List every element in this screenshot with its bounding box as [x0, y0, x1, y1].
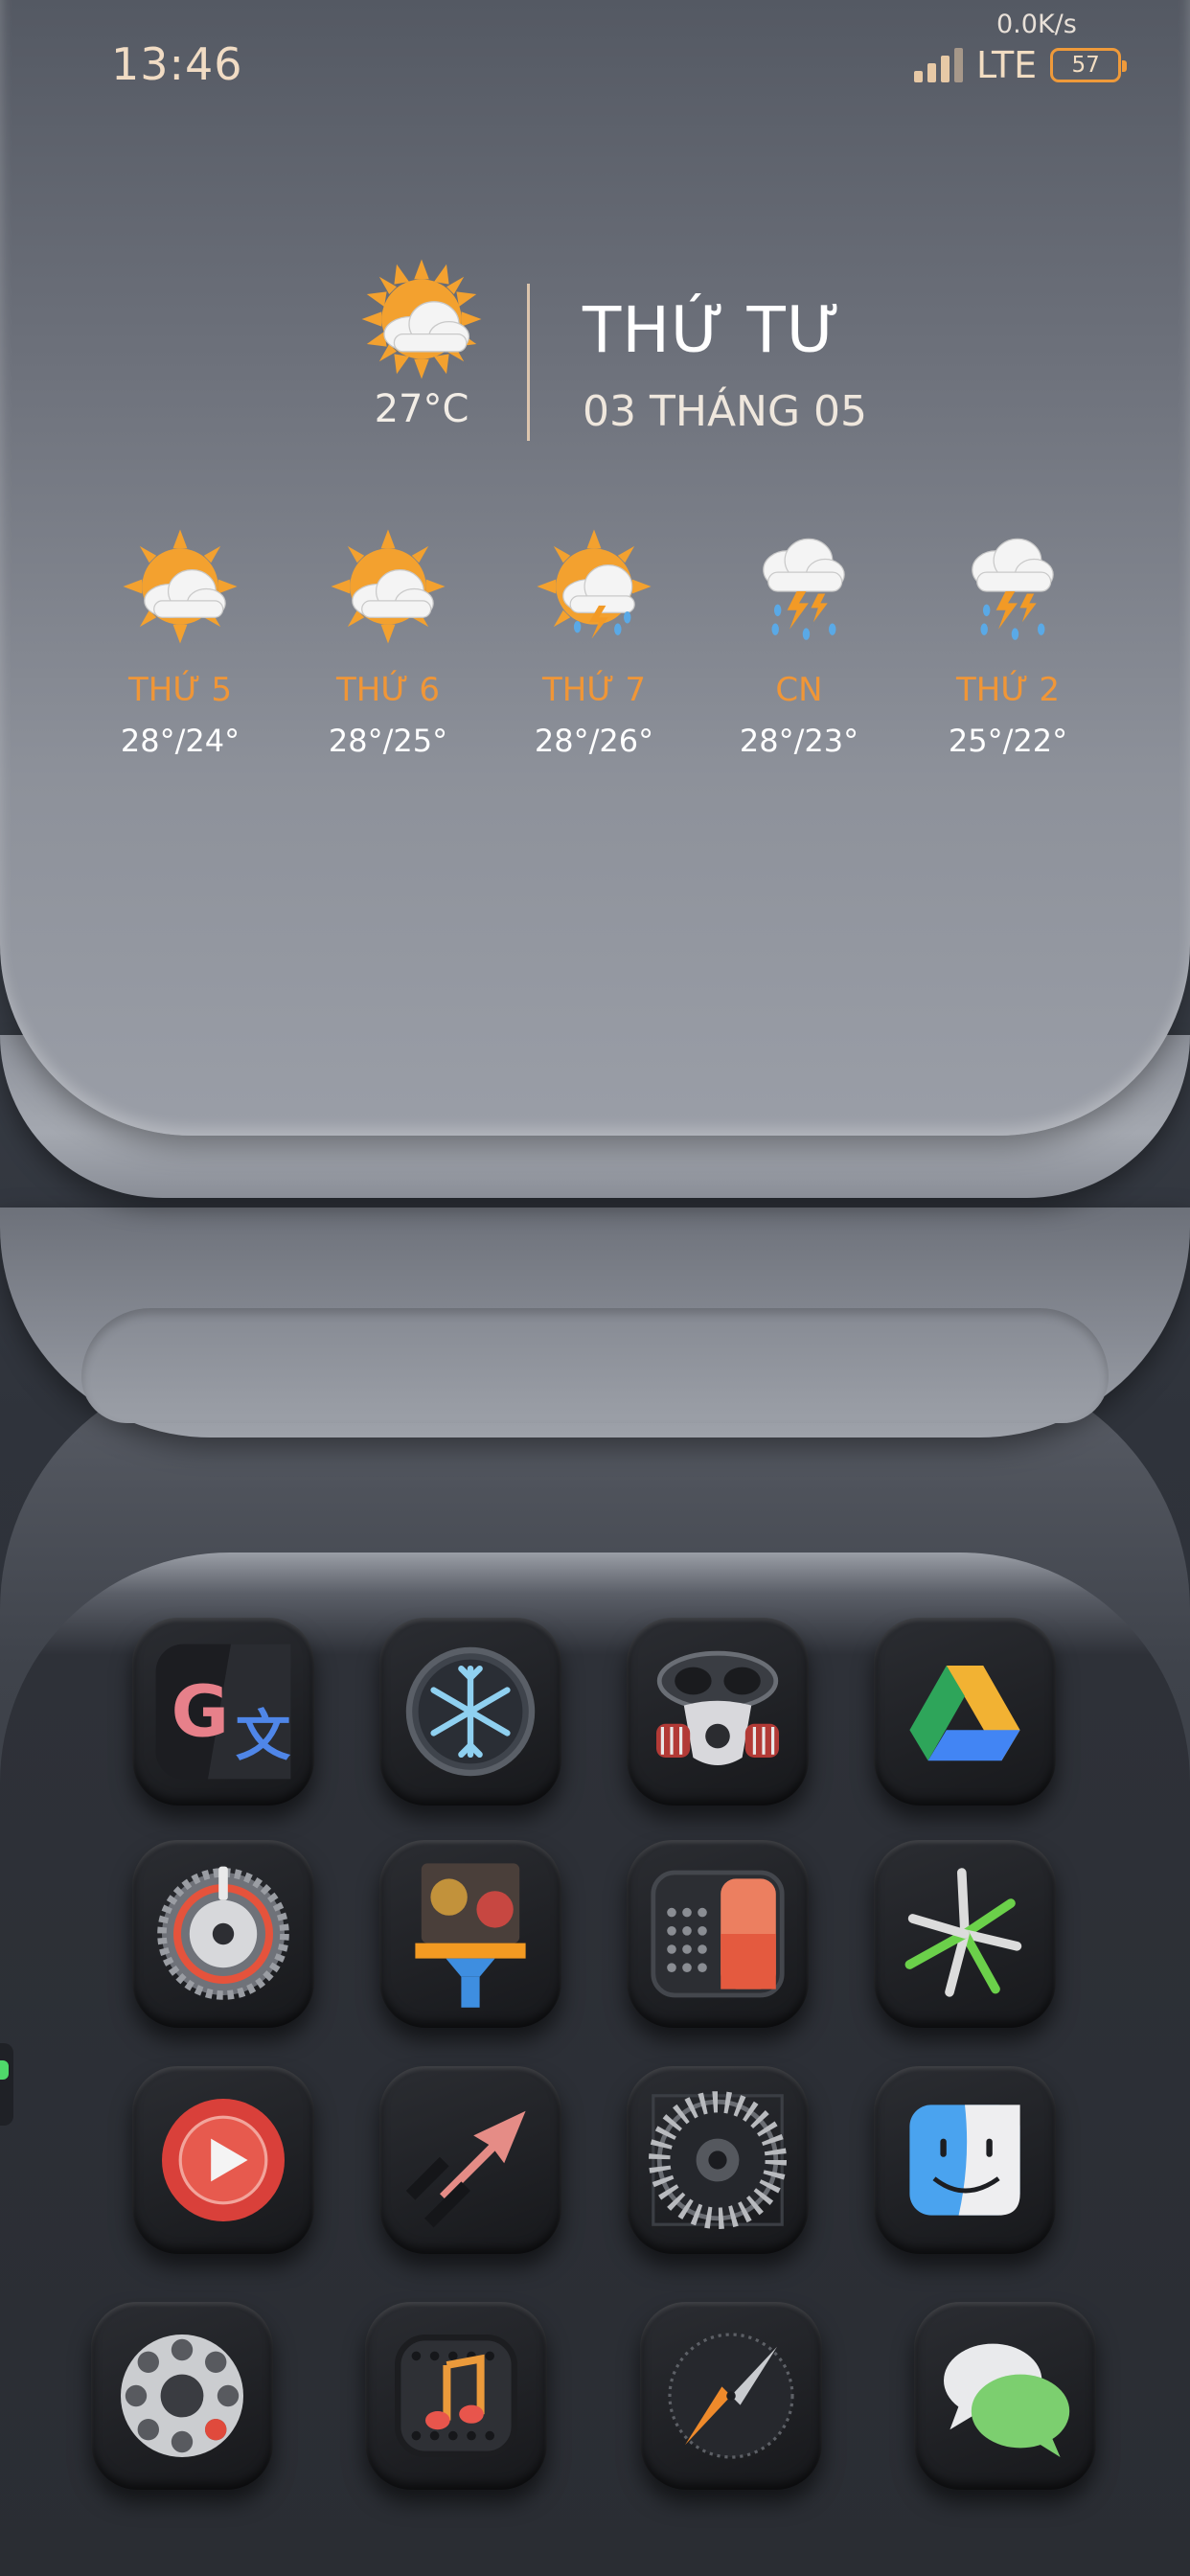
middle-panel-inner [81, 1308, 1109, 1423]
music-icon [395, 2334, 517, 2457]
app-icon-gas-mask[interactable] [627, 1618, 809, 1806]
rotary-phone-icon [121, 2334, 243, 2457]
cleaner-brush-icon [415, 1863, 526, 2008]
messages-icon [944, 2343, 1070, 2457]
forecast-temperature: 28°/26° [534, 723, 654, 759]
app-icon-arrow[interactable] [379, 2066, 561, 2254]
forecast-day-label: THỨ 6 [336, 671, 440, 709]
forecast-day-label: THỨ 5 [128, 671, 232, 709]
current-date: 03 THÁNG 05 [583, 387, 868, 436]
forecast-day[interactable]: THỨ 2 25°/22° [912, 527, 1104, 759]
app-icon-music[interactable] [365, 2302, 547, 2490]
current-temperature: 27°C [374, 387, 469, 431]
app-icon-snowflake[interactable] [379, 1618, 561, 1806]
gas-mask-icon [656, 1650, 779, 1765]
svg-text:文: 文 [236, 1704, 291, 1768]
edge-panel-handle[interactable] [0, 2043, 13, 2126]
google-drive-icon [909, 1666, 1020, 1761]
partly-cloudy-icon [361, 259, 482, 380]
app-icon-compass[interactable] [640, 2302, 822, 2490]
app-icon-finder[interactable] [874, 2066, 1056, 2254]
forecast-temperature: 28°/23° [739, 723, 859, 759]
app-icon-phone[interactable] [91, 2302, 273, 2490]
snowflake-icon [405, 1646, 536, 1777]
google-translate-icon: G 文 [155, 1644, 291, 1780]
app-icon-messages[interactable] [914, 2302, 1096, 2490]
weather-divider [527, 284, 530, 441]
app-icon-translate[interactable]: G 文 [132, 1618, 314, 1806]
current-day: THỨ TƯ [583, 293, 842, 367]
weather-widget[interactable]: 27°C THỨ TƯ 03 THÁNG 05 [0, 0, 1190, 460]
svg-text:G: G [172, 1672, 229, 1754]
forecast-day[interactable]: THỨ 6 28°/25° [292, 527, 484, 759]
calculator-icon [651, 1870, 785, 1998]
app-icon-drive[interactable] [874, 1618, 1056, 1806]
forecast-day[interactable]: THỨ 7 28°/26° [498, 527, 690, 759]
app-icon-cleaner[interactable] [379, 1840, 561, 2028]
partly-cloudy-icon [331, 529, 446, 644]
forecast-day[interactable]: CN 28°/23° [703, 527, 895, 759]
app-icon-turbine[interactable] [627, 2066, 809, 2254]
forecast-day-label: THỨ 7 [542, 671, 646, 709]
app-icon-burst[interactable] [874, 1840, 1056, 2028]
forecast-temperature: 28°/25° [328, 723, 448, 759]
arrow-icon [405, 2110, 526, 2228]
thunderstorm-icon [763, 538, 845, 640]
play-button-icon [162, 2099, 285, 2221]
app-icon-video-player[interactable] [132, 2066, 314, 2254]
forecast-day-label: CN [775, 671, 823, 709]
forecast-day-label: THỨ 2 [956, 671, 1060, 709]
forecast-temperature: 28°/24° [120, 723, 240, 759]
burst-icon [904, 1868, 1022, 1997]
app-icon-calculator[interactable] [627, 1840, 809, 2028]
compass-icon [668, 2333, 794, 2459]
settings-gear-icon [157, 1866, 289, 2000]
turbine-icon [649, 2091, 787, 2229]
app-icon-settings[interactable] [132, 1840, 314, 2028]
partly-cloudy-icon [123, 529, 238, 644]
thunderstorm-icon [972, 538, 1054, 640]
forecast-day[interactable]: THỨ 5 28°/24° [84, 527, 276, 759]
forecast-temperature: 25°/22° [948, 723, 1068, 759]
finder-icon [909, 2104, 1020, 2216]
sun-thunder-rain-icon [537, 529, 652, 639]
